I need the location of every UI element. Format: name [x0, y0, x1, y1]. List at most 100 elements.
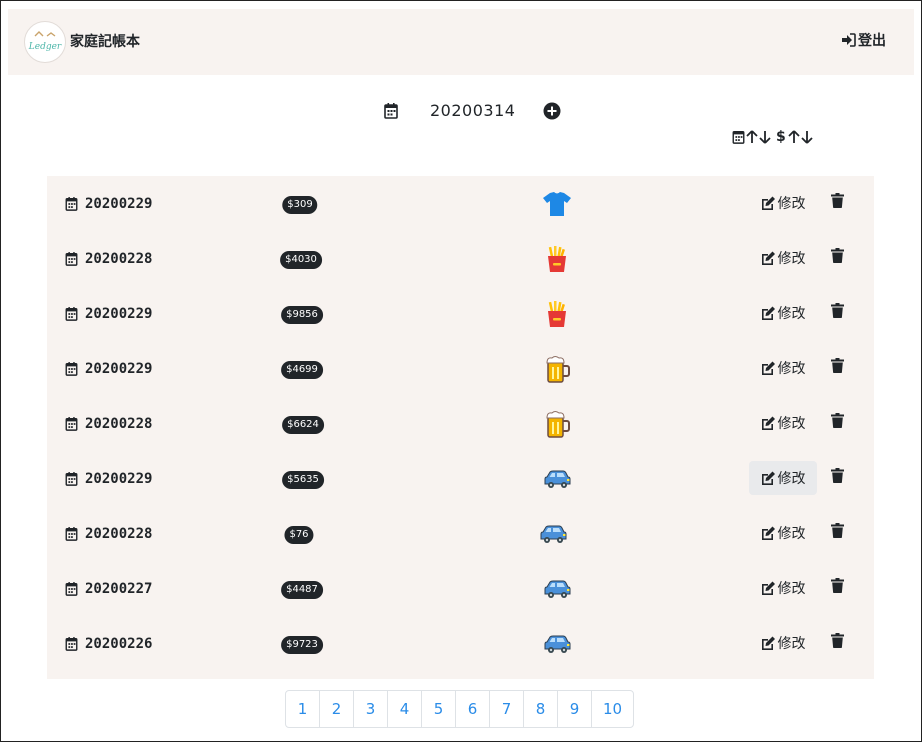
logout-button[interactable]: 登出 — [841, 30, 886, 50]
car-icon — [542, 464, 572, 494]
trash-icon — [831, 468, 844, 483]
delete-button[interactable] — [831, 578, 845, 594]
edit-icon — [761, 636, 776, 650]
record-row: 20200229 $309 修改 — [47, 176, 874, 231]
record-row: 20200229 $5635 修改 — [47, 451, 874, 506]
record-row: 20200228 $6624 修改 — [47, 396, 874, 451]
record-row: 20200229 $4699 修改 — [47, 341, 874, 396]
edit-label: 修改 — [777, 581, 806, 597]
trash-icon — [831, 523, 844, 538]
sort-date-desc-arrow-down-icon[interactable] — [759, 130, 771, 144]
calendar-icon — [65, 526, 78, 541]
edit-icon — [761, 526, 776, 540]
add-record-button[interactable] — [543, 102, 561, 120]
sort-amount-desc-arrow-down-icon[interactable] — [801, 130, 813, 144]
tshirt-icon — [542, 189, 572, 219]
delete-button[interactable] — [831, 303, 845, 319]
record-date: 20200226 — [65, 616, 152, 671]
delete-button[interactable] — [831, 413, 845, 429]
records-list: 20200229 $309 修改 20200228 $4030 修改 20200229 $98… — [47, 176, 874, 679]
record-date-text: 20200229 — [85, 305, 153, 322]
date-bar: 20200314 — [384, 101, 561, 120]
page-link-4[interactable]: 4 — [388, 691, 422, 727]
record-date-text: 20200227 — [85, 580, 153, 597]
record-date: 20200229 — [65, 451, 152, 506]
record-date-text: 20200229 — [85, 195, 153, 212]
beer-icon — [542, 354, 572, 384]
edit-button[interactable]: 修改 — [749, 406, 817, 440]
beer-icon — [542, 409, 572, 439]
record-date-text: 20200228 — [85, 525, 153, 542]
edit-icon — [761, 306, 776, 320]
page-link-5[interactable]: 5 — [422, 691, 456, 727]
delete-button[interactable] — [831, 468, 845, 484]
delete-button[interactable] — [831, 523, 845, 539]
record-date-text: 20200229 — [85, 360, 153, 377]
record-date: 20200229 — [65, 341, 152, 396]
edit-button[interactable]: 修改 — [749, 571, 817, 605]
edit-label: 修改 — [777, 251, 806, 267]
trash-icon — [831, 578, 844, 593]
ledger-logo[interactable]: Ledger — [24, 21, 66, 63]
page-link-6[interactable]: 6 — [456, 691, 490, 727]
sort-date-calendar-icon — [732, 130, 745, 144]
record-row: 20200228 $76 修改 — [47, 506, 874, 561]
delete-button[interactable] — [831, 248, 845, 264]
plus-circle-icon — [543, 102, 561, 119]
calendar-icon — [65, 636, 78, 651]
calendar-icon[interactable] — [384, 102, 398, 119]
amount-badge: $76 — [284, 526, 314, 544]
sort-amount-dollar-icon: $ — [776, 129, 786, 145]
page-link-7[interactable]: 7 — [490, 691, 524, 727]
logo-wordmark: Ledger — [28, 42, 62, 52]
amount-badge: $6624 — [282, 416, 324, 434]
edit-button[interactable]: 修改 — [749, 186, 817, 220]
delete-button[interactable] — [831, 358, 845, 374]
car-icon — [542, 629, 572, 659]
edit-label: 修改 — [777, 526, 806, 542]
record-date-text: 20200228 — [85, 250, 153, 267]
page-link-8[interactable]: 8 — [524, 691, 558, 727]
amount-badge: $4030 — [280, 251, 322, 269]
edit-label: 修改 — [777, 471, 806, 487]
edit-label: 修改 — [777, 361, 806, 377]
edit-icon — [761, 196, 776, 210]
record-row: 20200227 $4487 修改 — [47, 561, 874, 616]
calendar-icon — [65, 471, 78, 486]
selected-date[interactable]: 20200314 — [430, 101, 515, 120]
edit-label: 修改 — [777, 636, 806, 652]
trash-icon — [831, 303, 844, 318]
sort-amount-asc-arrow-up-icon[interactable] — [788, 130, 800, 144]
delete-button[interactable] — [831, 633, 845, 649]
edit-button[interactable]: 修改 — [749, 461, 817, 495]
trash-icon — [831, 413, 844, 428]
sort-date-asc-arrow-up-icon[interactable] — [746, 130, 758, 144]
page-link-9[interactable]: 9 — [558, 691, 592, 727]
record-date: 20200229 — [65, 286, 152, 341]
edit-button[interactable]: 修改 — [749, 626, 817, 660]
edit-button[interactable]: 修改 — [749, 241, 817, 275]
edit-icon — [761, 361, 776, 375]
car-icon — [542, 574, 572, 604]
edit-icon — [761, 416, 776, 430]
page-link-2[interactable]: 2 — [320, 691, 354, 727]
page-link-1[interactable]: 1 — [286, 691, 320, 727]
edit-button[interactable]: 修改 — [749, 296, 817, 330]
trash-icon — [831, 633, 844, 648]
edit-icon — [761, 471, 776, 485]
sort-controls: $ — [732, 129, 813, 145]
edit-button[interactable]: 修改 — [749, 351, 817, 385]
calendar-icon — [65, 581, 78, 596]
page-link-3[interactable]: 3 — [354, 691, 388, 727]
edit-button[interactable]: 修改 — [749, 516, 817, 550]
amount-badge: $4487 — [281, 581, 323, 599]
page-link-10[interactable]: 10 — [592, 691, 633, 727]
trash-icon — [831, 248, 844, 263]
delete-button[interactable] — [831, 193, 845, 209]
car-icon — [538, 519, 568, 549]
record-date: 20200228 — [65, 506, 152, 561]
pagination: 1 2 3 4 5 6 7 8 9 10 — [285, 690, 634, 728]
amount-badge: $4699 — [281, 361, 323, 379]
amount-badge: $5635 — [282, 471, 324, 489]
record-date-text: 20200229 — [85, 470, 153, 487]
